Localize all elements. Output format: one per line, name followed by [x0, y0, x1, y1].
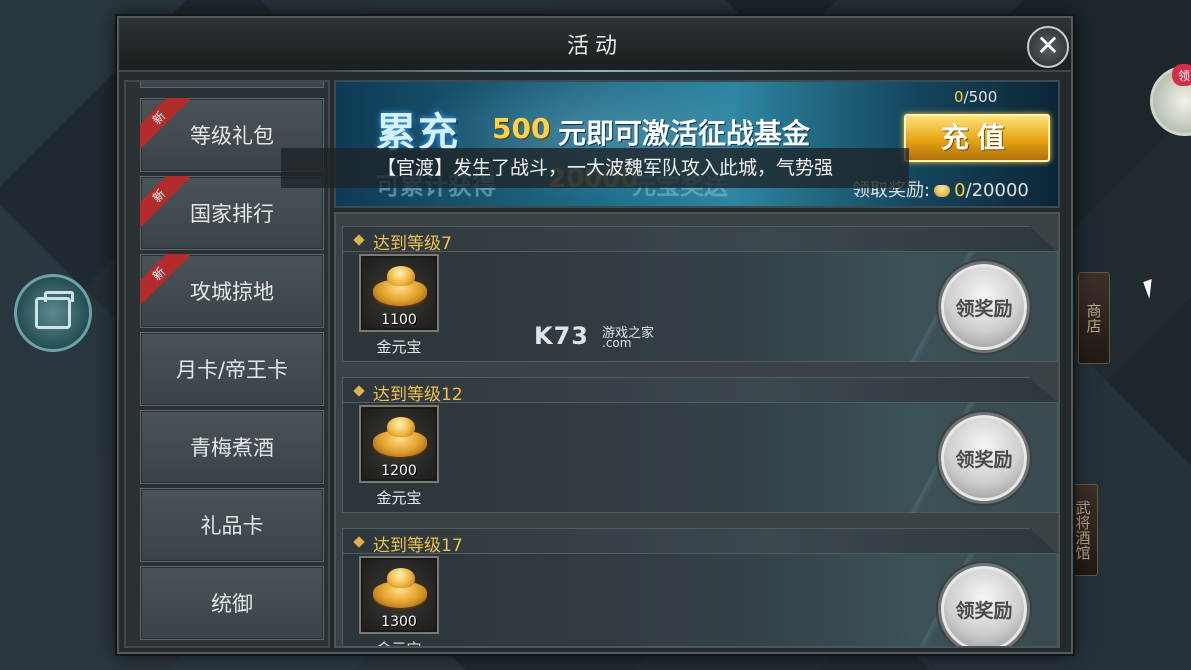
fund-banner: 累充 500 元即可激活征战基金 可累计获得 20000 元宝奖送 0/500 …	[334, 80, 1060, 208]
close-button[interactable]: ✕	[1027, 26, 1069, 68]
gold-ingot-icon	[373, 417, 427, 459]
list-item: 达到等级12 1200 金元宝 领奖励	[342, 377, 1058, 517]
reward-condition: 达到等级12	[373, 385, 463, 405]
tab-label: 等级礼包	[190, 124, 274, 148]
item-quantity: 1100	[381, 312, 417, 328]
item-name: 金元宝	[359, 638, 439, 646]
diamond-icon	[353, 234, 365, 246]
tab-label: 攻城掠地	[190, 280, 274, 304]
building-icon	[35, 291, 74, 329]
banner-headline-rest: 元即可激活征战基金	[558, 117, 811, 150]
reward-condition: 达到等级17	[373, 536, 463, 556]
diamond-icon	[353, 385, 365, 397]
gold-ingot-icon	[373, 266, 427, 308]
reward-row-body: 1100 金元宝 领奖励	[342, 252, 1058, 362]
reward-condition: 达到等级7	[373, 234, 452, 254]
tab-label: 月卡/帝王卡	[175, 358, 289, 382]
reward-row-body: 1200 金元宝 领奖励	[342, 403, 1058, 513]
diamond-icon	[353, 536, 365, 548]
tab-siege[interactable]: 新 攻城掠地	[140, 254, 324, 328]
reward-row-header: 达到等级7	[342, 226, 1058, 252]
mouse-cursor-icon	[1143, 279, 1158, 299]
recharge-progress: 0/500	[954, 88, 998, 106]
item-quantity: 1300	[381, 614, 417, 630]
list-item: 达到等级7 1100 金元宝 领奖励	[342, 226, 1058, 366]
shop-button[interactable]: 商店	[1078, 272, 1110, 364]
battle-announcement: 【官渡】发生了战斗，一大波魏军队攻入此城，气势强	[281, 148, 909, 188]
reward-item-slot[interactable]: 1200	[359, 405, 439, 483]
tab-label: 礼品卡	[200, 514, 264, 538]
new-badge: 新	[140, 176, 192, 228]
claim-reward-button[interactable]: 领奖励	[941, 566, 1027, 646]
side-claim-badge: 领	[1172, 64, 1191, 86]
reward-row-header: 达到等级12	[342, 377, 1058, 403]
building-button[interactable]	[14, 274, 92, 352]
new-badge: 新	[140, 98, 192, 150]
reward-row-header: 达到等级17	[342, 528, 1058, 554]
item-name: 金元宝	[376, 489, 422, 507]
k73-watermark: K73 游戏之家 .com	[534, 322, 655, 350]
dialog-header: 活动 ✕	[119, 18, 1071, 72]
tab-label: 青梅煮酒	[190, 436, 274, 460]
tab-command[interactable]: 统御	[140, 566, 324, 640]
tab-plum-wine[interactable]: 青梅煮酒	[140, 410, 324, 484]
dialog-title: 活动	[566, 34, 623, 59]
gold-ingot-icon	[934, 185, 951, 197]
recharge-button[interactable]: 充值	[904, 114, 1050, 162]
tab-monthly-card[interactable]: 月卡/帝王卡	[140, 332, 324, 406]
tab-label: 国家排行	[190, 202, 274, 226]
claim-reward-button[interactable]: 领奖励	[941, 415, 1027, 501]
item-name: 金元宝	[376, 338, 422, 356]
reward-item-slot[interactable]: 1100	[359, 254, 439, 332]
new-badge: 新	[140, 254, 192, 306]
activity-dialog: 活动 ✕ 新 等级礼包 新 国家排行 新 攻城掠地 月卡/帝王卡 青梅煮酒 礼品…	[117, 16, 1073, 654]
tab-gift-card[interactable]: 礼品卡	[140, 488, 324, 562]
reward-row-body: 1300 金元宝 领奖励	[342, 554, 1058, 646]
reward-item-slot[interactable]: 1300	[359, 556, 439, 634]
list-item: 达到等级17 1300 金元宝 领奖励	[342, 528, 1058, 646]
tab-scroll-stub	[140, 82, 324, 88]
banner-amount: 500	[492, 112, 551, 145]
item-quantity: 1200	[381, 463, 417, 479]
level-reward-list[interactable]: 达到等级7 1100 金元宝 领奖励 达到等级12 1200 金元宝 领奖励 达…	[334, 212, 1060, 648]
claim-reward-button[interactable]: 领奖励	[941, 264, 1027, 350]
tab-label: 统御	[211, 592, 253, 616]
gold-ingot-icon	[373, 568, 427, 610]
